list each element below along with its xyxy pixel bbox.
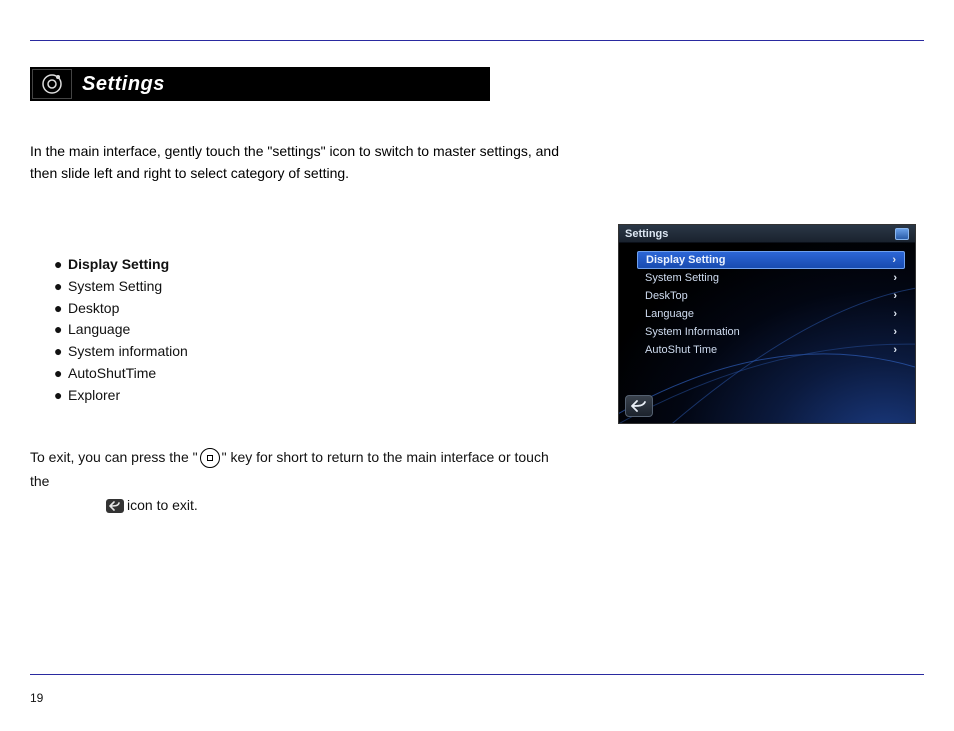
- bullet-dot-icon: ●: [54, 254, 64, 276]
- chevron-right-icon: ›: [893, 344, 897, 356]
- bullet-dot-icon: ●: [54, 385, 64, 407]
- screenshot-menu: Display Setting›System Setting›DeskTop›L…: [637, 251, 905, 359]
- screenshot-menu-label: System Setting: [645, 272, 893, 284]
- bullet-dot-icon: ●: [54, 298, 64, 320]
- intro-text: In the main interface, gently touch the …: [30, 141, 570, 184]
- divider-top: [30, 40, 924, 41]
- exit-text-3: icon to exit.: [127, 497, 198, 513]
- chevron-right-icon: ›: [893, 308, 897, 320]
- screenshot-back-button[interactable]: [625, 395, 653, 417]
- screenshot-menu-item[interactable]: AutoShut Time›: [637, 341, 905, 359]
- page-number: 19: [30, 691, 43, 705]
- bullet-label: Display Setting: [68, 254, 169, 276]
- bullet-label: AutoShutTime: [68, 363, 156, 385]
- chevron-right-icon: ›: [893, 326, 897, 338]
- exit-paragraph: To exit, you can press the "" key for sh…: [30, 446, 570, 517]
- section-header: Settings: [30, 67, 490, 101]
- screenshot-menu-label: DeskTop: [645, 290, 893, 302]
- bullet-label: Desktop: [68, 298, 119, 320]
- bullet-dot-icon: ●: [54, 341, 64, 363]
- screenshot-titlebar: Settings: [619, 225, 915, 243]
- bullet-label: Explorer: [68, 385, 120, 407]
- screenshot-menu-item[interactable]: System Information›: [637, 323, 905, 341]
- screenshot-title: Settings: [625, 228, 668, 240]
- exit-text-1: To exit, you can press the ": [30, 449, 198, 465]
- divider-bottom: [30, 674, 924, 675]
- stop-button-icon: [200, 448, 220, 468]
- bullet-label: System Setting: [68, 276, 162, 298]
- chevron-right-icon: ›: [892, 254, 896, 266]
- bullet-dot-icon: ●: [54, 363, 64, 385]
- bullet-dot-icon: ●: [54, 319, 64, 341]
- screenshot-menu-item[interactable]: DeskTop›: [637, 287, 905, 305]
- bullet-label: System information: [68, 341, 188, 363]
- back-arrow-icon: [106, 499, 124, 513]
- close-icon[interactable]: [895, 228, 909, 240]
- screenshot-menu-item[interactable]: System Setting›: [637, 269, 905, 287]
- settings-section-icon: [32, 69, 72, 99]
- device-screenshot: Settings Display Setting›System Setting›…: [618, 224, 916, 424]
- screenshot-menu-label: System Information: [645, 326, 893, 338]
- bullet-label: Language: [68, 319, 130, 341]
- screenshot-menu-label: Display Setting: [646, 254, 892, 266]
- chevron-right-icon: ›: [893, 272, 897, 284]
- screenshot-menu-label: AutoShut Time: [645, 344, 893, 356]
- intro-line-1: In the main interface, gently touch the …: [30, 143, 429, 159]
- section-title: Settings: [74, 67, 490, 101]
- bullet-dot-icon: ●: [54, 276, 64, 298]
- chevron-right-icon: ›: [893, 290, 897, 302]
- screenshot-menu-item[interactable]: Language›: [637, 305, 905, 323]
- screenshot-menu-label: Language: [645, 308, 893, 320]
- screenshot-menu-item[interactable]: Display Setting›: [637, 251, 905, 269]
